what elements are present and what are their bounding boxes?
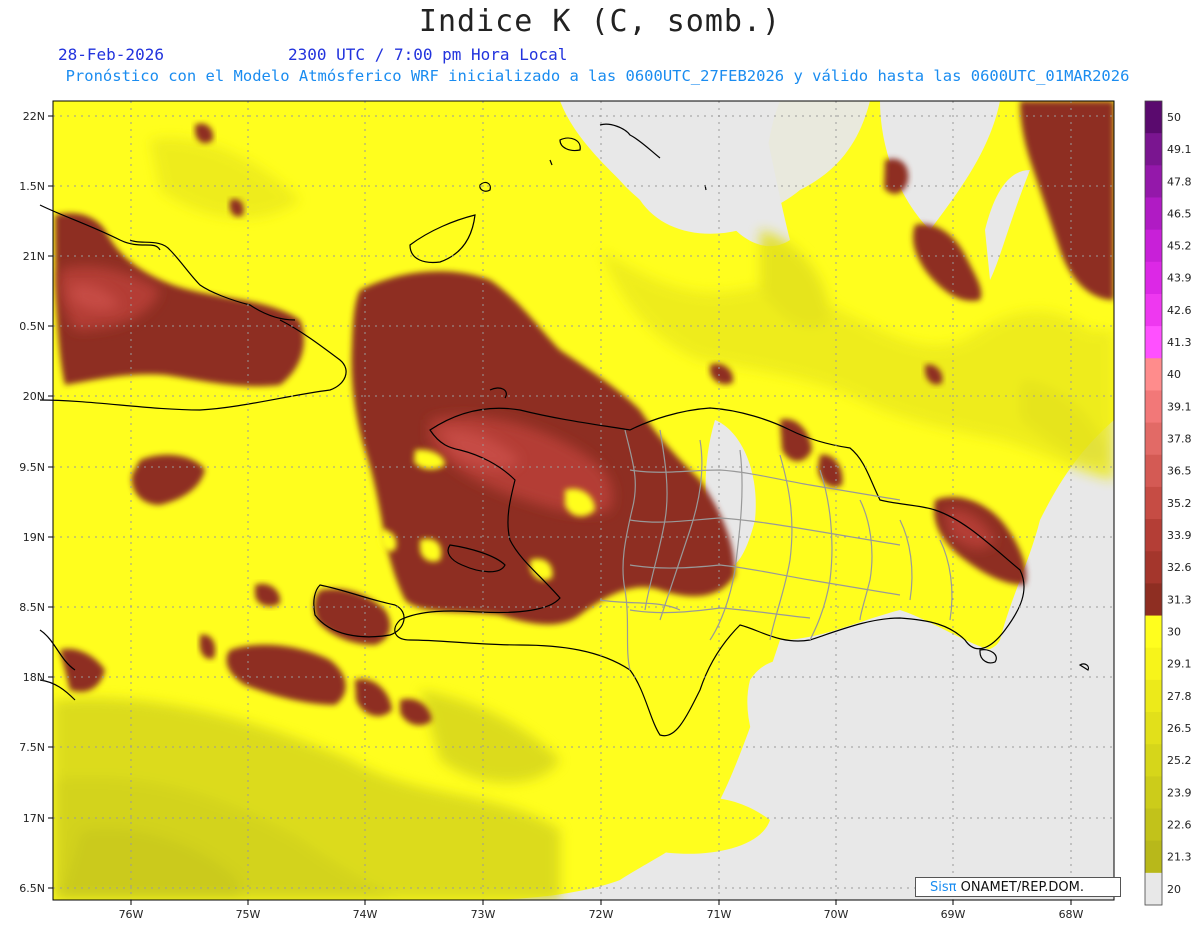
- colorbar-swatch: [1145, 486, 1162, 520]
- colorbar-swatch: [1145, 133, 1162, 166]
- colorbar-label: 40: [1167, 368, 1181, 381]
- lat-label: 22N: [23, 110, 45, 123]
- lat-label: 8.5N: [19, 601, 45, 614]
- colorbar-swatch: [1145, 293, 1162, 327]
- lat-label: 6.5N: [19, 882, 45, 895]
- sispi-logo: Sisπ: [930, 880, 957, 895]
- colorbar-swatch: [1145, 422, 1162, 456]
- shaded-field: [53, 101, 1114, 900]
- colorbar-label: 45.2: [1167, 240, 1192, 253]
- colorbar-label: 27.8: [1167, 690, 1192, 703]
- latitude-labels: 22N 1.5N 21N 0.5N 20N 9.5N 19N 8.5N 18N …: [19, 110, 45, 895]
- colorbar-label: 26.5: [1167, 722, 1192, 735]
- color-bar: 50 49.1 47.8 46.5 45.2 43.9 42.6 41.3 40 39.1 37.8…: [1144, 100, 1192, 906]
- colorbar-swatch: [1145, 197, 1162, 231]
- colorbar-label: 21.3: [1167, 851, 1192, 864]
- colorbar-label: 23.9: [1167, 786, 1192, 799]
- colorbar-swatch: [1145, 519, 1162, 552]
- colorbar-swatch: [1145, 390, 1162, 424]
- colorbar-swatch: [1145, 712, 1162, 745]
- colorbar-label: 35.2: [1167, 497, 1192, 510]
- colorbar-label: 46.5: [1167, 207, 1192, 220]
- colorbar-swatch: [1145, 647, 1162, 681]
- lat-label: 19N: [23, 531, 45, 544]
- lon-label: 70W: [824, 908, 849, 921]
- colorbar-swatch: [1145, 679, 1162, 713]
- colorbar-swatch: [1145, 744, 1162, 777]
- colorbar-label: 31.3: [1167, 593, 1192, 606]
- colorbar-label: 36.5: [1167, 465, 1192, 478]
- colorbar-label: 25.2: [1167, 754, 1192, 767]
- colorbar-label: 39.1: [1167, 400, 1192, 413]
- colorbar-swatch: [1145, 615, 1162, 649]
- credit-text: ONAMET/REP.DOM.: [956, 880, 1084, 895]
- colorbar-label: 47.8: [1167, 175, 1192, 188]
- colorbar-label: 30: [1167, 625, 1181, 638]
- colorbar-swatch: [1145, 583, 1162, 617]
- lon-label: 74W: [353, 908, 378, 921]
- colorbar-swatch: [1145, 808, 1162, 842]
- lat-label: 21N: [23, 250, 45, 263]
- longitude-labels: 76W 75W 74W 73W 72W 71W 70W 69W 68W: [119, 908, 1084, 921]
- colorbar-swatch: [1145, 358, 1162, 391]
- credit-box: Sisπ ONAMET/REP.DOM.: [915, 877, 1121, 897]
- lat-label: 1.5N: [19, 180, 45, 193]
- colorbar-swatch: [1145, 776, 1162, 810]
- colorbar-label: 32.6: [1167, 561, 1192, 574]
- colorbar-label: 37.8: [1167, 433, 1192, 446]
- lon-label: 69W: [941, 908, 966, 921]
- colorbar-label: 49.1: [1167, 143, 1192, 156]
- lat-label: 0.5N: [19, 320, 45, 333]
- colorbar-label: 29.1: [1167, 658, 1192, 671]
- colorbar-label: 22.6: [1167, 818, 1192, 831]
- colorbar-label: 20: [1167, 883, 1181, 896]
- lon-label: 73W: [471, 908, 496, 921]
- colorbar-label: 41.3: [1167, 336, 1192, 349]
- colorbar-label: 42.6: [1167, 304, 1192, 317]
- colorbar-swatch: [1145, 101, 1162, 134]
- colorbar-label: 33.9: [1167, 529, 1192, 542]
- lon-label: 72W: [589, 908, 614, 921]
- lon-label: 75W: [236, 908, 261, 921]
- colorbar-swatch: [1145, 229, 1162, 263]
- lon-label: 76W: [119, 908, 144, 921]
- colorbar-swatch: [1145, 165, 1162, 198]
- colorbar-swatch: [1145, 326, 1162, 359]
- lat-label: 20N: [23, 390, 45, 403]
- lat-label: 17N: [23, 812, 45, 825]
- colorbar-label: 50: [1167, 111, 1181, 124]
- colorbar-swatch: [1145, 261, 1162, 295]
- k-index-map: 22N 1.5N 21N 0.5N 20N 9.5N 19N 8.5N 18N …: [19, 100, 1192, 921]
- lat-label: 9.5N: [19, 461, 45, 474]
- colorbar-swatch: [1145, 872, 1162, 906]
- lat-label: 18N: [23, 671, 45, 684]
- lat-label: 7.5N: [19, 741, 45, 754]
- colorbar-swatch: [1145, 551, 1162, 584]
- lon-label: 71W: [707, 908, 732, 921]
- colorbar-swatch: [1145, 454, 1162, 488]
- colorbar-swatch: [1145, 840, 1162, 874]
- lon-label: 68W: [1059, 908, 1084, 921]
- colorbar-label: 43.9: [1167, 272, 1192, 285]
